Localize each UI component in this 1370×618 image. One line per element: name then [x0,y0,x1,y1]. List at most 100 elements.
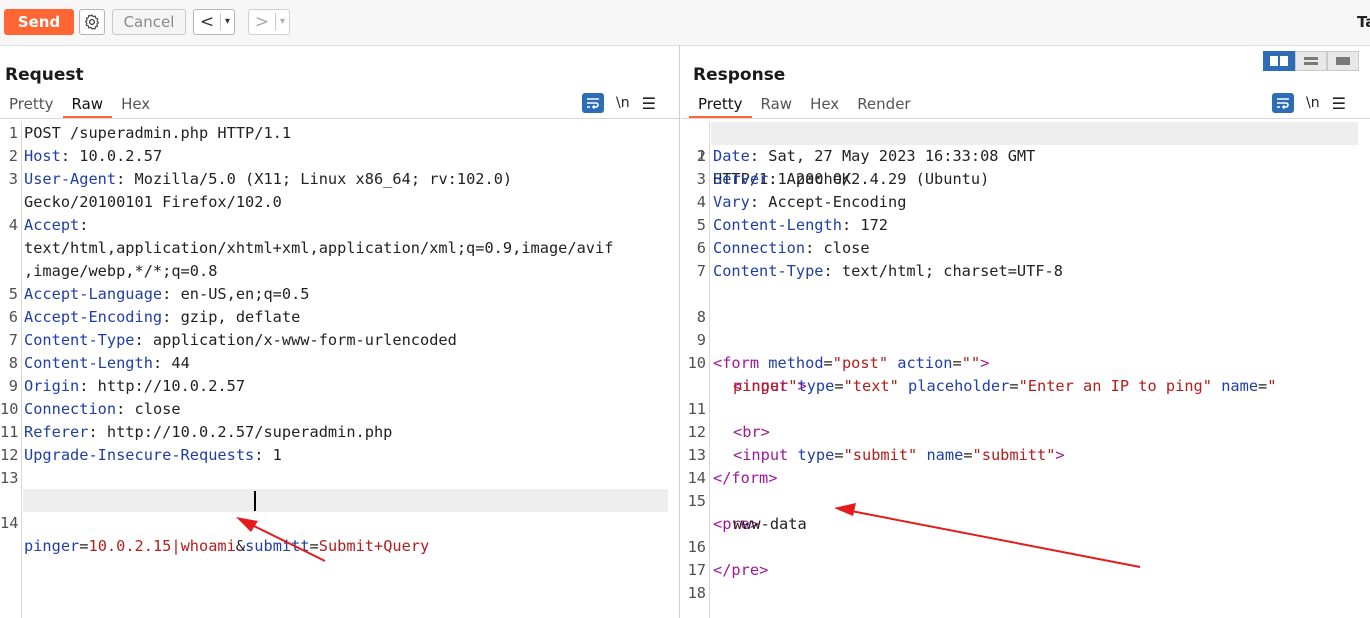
request-text: POST /superadmin.php HTTP/1.1 [24,124,292,142]
command-output-line: www-data [681,490,807,533]
single-pane-icon[interactable] [1327,51,1359,71]
header-value: : http://10.0.2.57 [79,377,246,395]
line-number: 6 [8,308,18,326]
attr-name: name [926,446,964,464]
attr-value: "" [961,354,981,372]
response-title: Response [693,65,786,85]
word-wrap-icon[interactable] [1272,93,1294,113]
hamburger-menu-icon[interactable]: ☰ [642,94,656,113]
request-line: 11 Referer: http://10.0.2.57/superadmin.p… [0,421,670,444]
response-pane: Response Pretty Raw Hex Render \n ☰ 1 HT… [681,46,1370,618]
line-number: 5 [8,285,18,303]
request-line: 10 Connection: close [0,398,670,421]
header-name: Origin [24,377,80,395]
settings-button[interactable] [79,9,105,35]
request-line: 6 Accept-Encoding: gzip, deflate [0,306,670,329]
header-value: : close [805,239,870,257]
attr-name: placeholder [908,377,1010,395]
blank-line: 14 [681,444,736,487]
tab-pretty[interactable]: Pretty [689,92,752,118]
cancel-button[interactable]: Cancel [112,9,186,35]
request-line: 9 Origin: http://10.0.2.57 [0,375,670,398]
header-name: Upgrade-Insecure-Requests [24,446,255,464]
request-editor[interactable]: 1 POST /superadmin.php HTTP/1.1 2 Host: 10.… [0,122,679,618]
header-name: Connection [24,400,117,418]
forward-button[interactable]: > ▾ [248,9,290,35]
header-value: : 10.0.2.57 [60,147,163,165]
tag-name: input [742,446,789,464]
header-value: : 1 [254,446,282,464]
param-equals: = [309,537,319,555]
request-editor-tools: \n ☰ [582,93,656,113]
command-output: www-data [733,515,807,533]
request-title: Request [5,65,84,85]
request-line: 7 Content-Type: application/x-www-form-ur… [0,329,670,352]
back-dropdown-icon[interactable]: ▾ [220,13,234,31]
header-name: Host [24,147,61,165]
param-name-submitt: submitt [245,537,310,555]
request-text: Gecko/20100101 Firefox/102.0 [24,193,282,211]
forward-arrow-icon: > [254,12,270,32]
split-horizontal-icon[interactable] [1263,51,1295,71]
html-line-input-text: 10 <input type="text" placeholder="Enter… [681,329,1277,395]
tag-name: br [742,423,761,441]
line-number: 10 [0,400,19,418]
header-value: : en-US,en;q=0.5 [162,285,310,303]
html-line-pre-open: 15 <pre> [681,467,760,533]
request-line: 2 Host: 10.0.2.57 [0,145,670,168]
tab-hex[interactable]: Hex [112,92,159,118]
tab-raw[interactable]: Raw [62,92,113,118]
attr-value: "Enter an IP to ping" [1018,377,1212,395]
gear-icon [84,14,100,30]
tabs-divider [0,118,679,119]
header-value: : http://10.0.2.57/superadmin.php [88,423,393,441]
hamburger-menu-icon[interactable]: ☰ [1332,94,1346,113]
send-button[interactable]: Send [4,9,74,35]
tag-bracket: > [768,469,778,487]
header-name: Content-Length [713,216,842,234]
header-name: Server [713,170,769,188]
line-number: 2 [696,147,706,165]
header-name: Content-Type [713,262,824,280]
back-arrow-icon: < [199,12,215,32]
tab-raw[interactable]: Raw [752,92,802,118]
show-newlines-icon[interactable]: \n [616,95,630,111]
tag-bracket: > [760,423,770,441]
split-vertical-icon[interactable] [1295,51,1327,71]
show-newlines-icon[interactable]: \n [1306,95,1320,111]
request-text: ,image/webp,*/*;q=0.8 [24,262,218,280]
header-value: : close [116,400,181,418]
header-value: : Sat, 27 May 2023 16:33:08 GMT [749,147,1036,165]
top-toolbar: Send Cancel < ▾ > ▾ Ta [0,0,1370,46]
attr-name: type [797,446,835,464]
param-name-pinger: pinger [24,537,80,555]
param-separator: & [235,537,246,555]
word-wrap-icon[interactable] [582,93,604,113]
tab-render[interactable]: Render [848,92,919,118]
forward-dropdown-icon[interactable]: ▾ [275,13,289,31]
header-name: Connection [713,239,806,257]
request-line: 5 Accept-Language: en-US,en;q=0.5 [0,283,670,306]
attr-equals: = [834,377,844,395]
back-button[interactable]: < ▾ [193,9,235,35]
header-value: : application/x-www-form-urlencoded [134,331,457,349]
request-line: Gecko/20100101 Firefox/102.0 [0,191,670,214]
header-value: : text/html; charset=UTF-8 [823,262,1063,280]
header-value: : gzip, deflate [162,308,301,326]
line-number: 2 [8,147,18,165]
attr-value: "text" [843,377,899,395]
line-number: 1 [8,124,18,142]
header-value: : Accept-Encoding [749,193,907,211]
tab-hex[interactable]: Hex [801,92,848,118]
line-number: 9 [8,377,18,395]
header-value: : 44 [152,354,190,372]
header-name: Accept-Language [24,285,163,303]
tab-pretty[interactable]: Pretty [0,92,63,118]
line-number: 7 [696,262,706,280]
blank-line: 8 [681,283,736,326]
header-value: : 172 [841,216,888,234]
response-editor[interactable]: 1 HTTP/1.1 200 OK 2 Date: Sat, 27 May 202… [681,122,1370,618]
attr-value: " [1267,377,1277,395]
header-name: Vary [713,193,750,211]
html-line-pre-close: 16 </pre> [681,513,769,579]
